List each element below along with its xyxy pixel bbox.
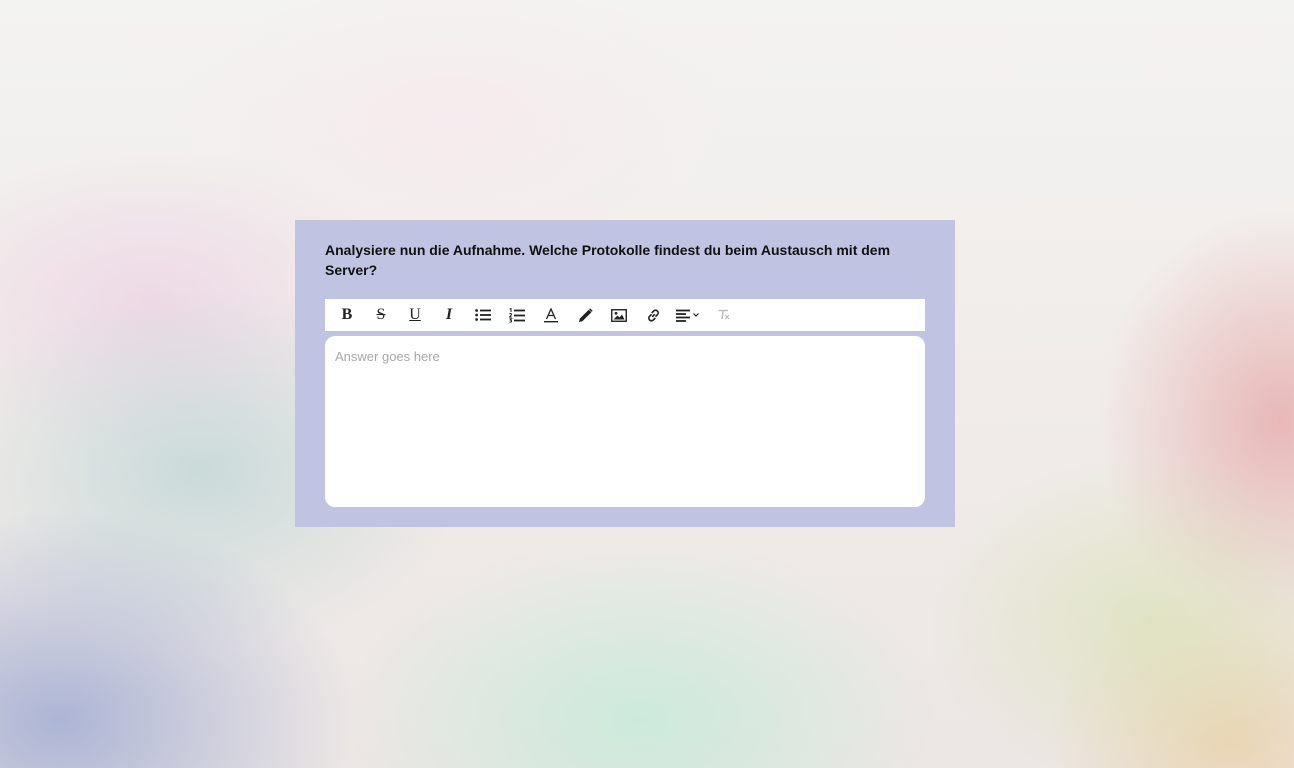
- insert-image-button[interactable]: [602, 299, 636, 331]
- text-color-button[interactable]: [534, 299, 568, 331]
- answer-input[interactable]: [325, 336, 925, 507]
- clear-formatting-button[interactable]: [706, 299, 740, 331]
- image-icon: [611, 308, 627, 322]
- numbered-list-button[interactable]: [500, 299, 534, 331]
- link-icon: [646, 308, 661, 323]
- alignment-dropdown[interactable]: [670, 299, 706, 331]
- question-text: Analysiere nun die Aufnahme. Welche Prot…: [325, 242, 891, 278]
- bulleted-list-button[interactable]: [466, 299, 500, 331]
- italic-button[interactable]: I: [432, 299, 466, 331]
- strikethrough-icon: S: [376, 306, 386, 323]
- bold-icon: B: [341, 306, 353, 323]
- numbered-list-icon: [509, 307, 525, 323]
- bold-button[interactable]: B: [330, 299, 364, 331]
- draw-button[interactable]: [568, 299, 602, 331]
- clear-formatting-icon: [717, 309, 730, 321]
- underline-button[interactable]: U: [398, 299, 432, 331]
- pencil-icon: [578, 307, 593, 323]
- strikethrough-button[interactable]: S: [364, 299, 398, 331]
- bulleted-list-icon: [475, 308, 491, 322]
- underline-icon: U: [409, 306, 421, 323]
- question-card: Analysiere nun die Aufnahme. Welche Prot…: [295, 220, 955, 527]
- italic-icon: I: [445, 306, 453, 323]
- insert-link-button[interactable]: [636, 299, 670, 331]
- text-color-icon: [544, 307, 558, 323]
- editor-toolbar: B S U I: [325, 299, 925, 331]
- align-left-icon: [676, 309, 700, 322]
